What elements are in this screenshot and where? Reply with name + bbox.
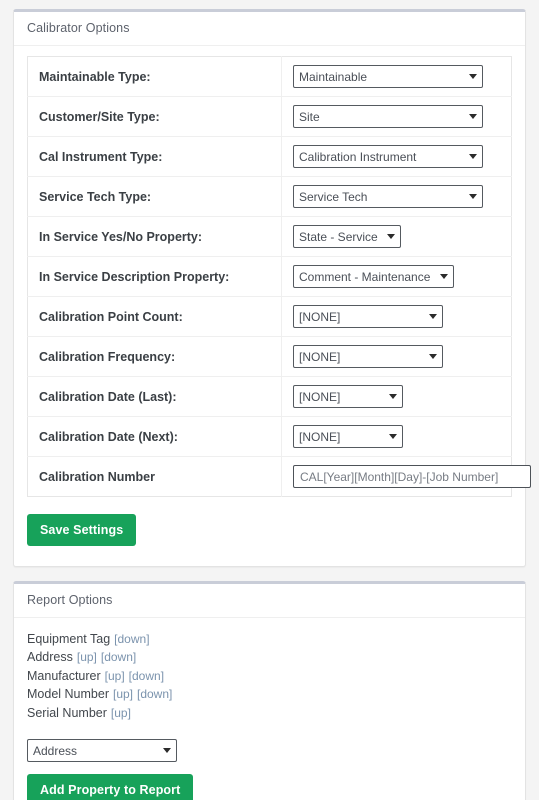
report-property-name: Manufacturer xyxy=(27,668,101,683)
option-control-cell: Site xyxy=(282,97,512,137)
move-property-down-link[interactable]: [down] xyxy=(101,650,136,664)
option-control-cell: Service Tech xyxy=(282,177,512,217)
option-label: Calibration Frequency: xyxy=(27,336,282,377)
option-label: Calibration Number xyxy=(27,456,282,497)
option-select[interactable]: Site xyxy=(293,105,483,128)
option-label: Customer/Site Type: xyxy=(27,96,282,137)
option-select-wrap: [NONE] xyxy=(293,345,443,368)
option-select-wrap: State - Service xyxy=(293,225,401,248)
report-property-name: Equipment Tag xyxy=(27,632,111,646)
option-row: In Service Description Property: Comment … xyxy=(27,256,512,297)
option-select-wrap: [NONE] xyxy=(293,425,403,448)
option-label: Calibration Date (Last): xyxy=(27,376,282,417)
calibrator-options-body: Maintainable Type: Maintainable Customer/S… xyxy=(14,46,531,566)
report-property-row: Serial Number [up] xyxy=(27,704,512,722)
option-label: Cal Instrument Type: xyxy=(27,136,282,177)
add-property-to-report-button[interactable]: Add Property to Report xyxy=(27,774,194,800)
option-row: In Service Yes/No Property: State - Servi… xyxy=(27,216,512,257)
option-control-cell: [NONE] xyxy=(282,337,512,377)
option-select[interactable]: Maintainable xyxy=(293,65,483,88)
option-select[interactable]: [NONE] xyxy=(293,305,443,328)
report-property-select-wrap: Address xyxy=(27,739,177,763)
move-property-up-link[interactable]: [up] xyxy=(105,669,125,683)
option-select-wrap: Service Tech xyxy=(293,185,483,208)
option-select[interactable]: [NONE] xyxy=(293,425,403,448)
report-property-row: Equipment Tag [down] xyxy=(27,630,512,648)
option-label: Calibration Point Count: xyxy=(27,296,282,337)
option-row: Calibration Number xyxy=(27,456,531,497)
option-control-cell: [NONE] xyxy=(282,297,512,337)
option-label: Calibration Date (Next): xyxy=(27,416,282,457)
move-property-down-link[interactable]: [down] xyxy=(129,669,164,683)
option-select[interactable]: State - Service xyxy=(293,225,401,248)
option-label: In Service Yes/No Property: xyxy=(27,216,282,257)
option-label: Service Tech Type: xyxy=(27,176,282,217)
option-control-cell: [NONE] xyxy=(282,377,512,417)
report-property-select[interactable]: Address xyxy=(27,739,177,763)
option-select[interactable]: [NONE] xyxy=(293,385,403,408)
move-property-up-link[interactable]: [up] xyxy=(77,650,97,664)
move-property-up-link[interactable]: [up] xyxy=(111,706,131,720)
report-property-name: Serial Number xyxy=(27,705,107,720)
option-control-cell: [NONE] xyxy=(282,417,512,457)
option-row: Cal Instrument Type: Calibration Instrume… xyxy=(27,136,512,177)
option-select-wrap: Site xyxy=(293,105,483,128)
page-root: Calibrator Options Maintainable Type: Mai… xyxy=(0,0,539,800)
move-property-down-link[interactable]: [down] xyxy=(114,632,149,646)
option-select[interactable]: [NONE] xyxy=(293,345,443,368)
report-property-list: Equipment Tag [down] Address [up] [down] Manu… xyxy=(27,628,512,730)
option-label: Maintainable Type: xyxy=(27,56,282,97)
option-control-cell xyxy=(282,457,531,497)
report-property-name: Model Number xyxy=(27,687,109,702)
option-select-wrap: Comment - Maintenance xyxy=(293,265,454,288)
option-control-cell: Maintainable xyxy=(282,57,512,97)
option-row: Calibration Frequency: [NONE] xyxy=(27,336,512,377)
calibrator-options-panel: Calibrator Options Maintainable Type: Mai… xyxy=(13,9,531,567)
add-property-row: Add Property to Report xyxy=(27,774,512,800)
calibrator-options-table: Maintainable Type: Maintainable Customer/S… xyxy=(27,56,531,497)
report-options-body: Equipment Tag [down] Address [up] [down] Manu… xyxy=(14,618,525,800)
option-control-cell: Comment - Maintenance xyxy=(282,257,512,297)
report-options-title: Report Options xyxy=(14,584,525,618)
move-property-down-link[interactable]: [down] xyxy=(137,687,172,701)
save-settings-button[interactable]: Save Settings xyxy=(27,514,137,546)
report-property-select-row: Address xyxy=(27,739,512,763)
option-row: Customer/Site Type: Site xyxy=(27,96,512,137)
option-select-wrap: Maintainable xyxy=(293,65,483,88)
report-property-row: Model Number [up] [down] xyxy=(27,685,512,703)
report-property-name: Address xyxy=(27,650,73,665)
option-select[interactable]: Comment - Maintenance xyxy=(293,265,454,288)
option-select-wrap: Calibration Instrument xyxy=(293,145,483,168)
report-property-row: Address [up] [down] xyxy=(27,648,512,666)
option-row: Calibration Point Count: [NONE] xyxy=(27,296,512,337)
report-property-row: Manufacturer [up] [down] xyxy=(27,667,512,685)
option-row: Maintainable Type: Maintainable xyxy=(27,56,512,97)
save-settings-row: Save Settings xyxy=(27,497,512,550)
move-property-up-link[interactable]: [up] xyxy=(113,687,133,701)
calibrator-options-title: Calibrator Options xyxy=(14,12,525,46)
option-select-wrap: [NONE] xyxy=(293,305,443,328)
option-row: Calibration Date (Last): [NONE] xyxy=(27,376,512,417)
option-select[interactable]: Service Tech xyxy=(293,185,483,208)
option-select-wrap: [NONE] xyxy=(293,385,403,408)
option-row: Calibration Date (Next): [NONE] xyxy=(27,416,512,457)
option-select[interactable]: Calibration Instrument xyxy=(293,145,483,168)
option-control-cell: State - Service xyxy=(282,217,512,257)
calibration-number-input[interactable] xyxy=(293,465,531,488)
option-label: In Service Description Property: xyxy=(27,256,282,297)
option-control-cell: Calibration Instrument xyxy=(282,137,512,177)
option-row: Service Tech Type: Service Tech xyxy=(27,176,512,217)
report-options-panel: Report Options Equipment Tag [down] Addres… xyxy=(13,581,526,800)
